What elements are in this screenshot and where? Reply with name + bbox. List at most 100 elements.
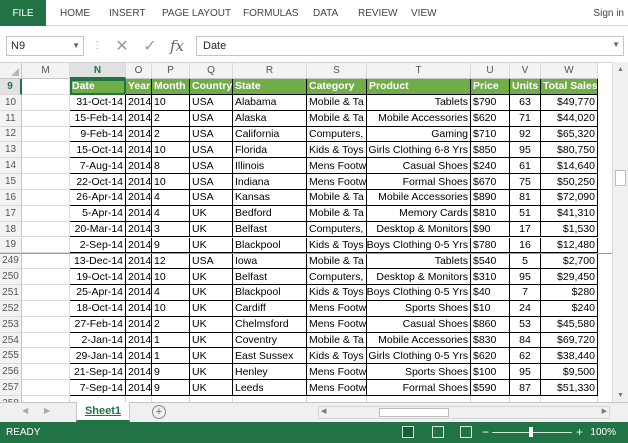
row-header-18[interactable]: 18 [0, 221, 22, 238]
table-cell[interactable]: Blackpool [233, 285, 307, 301]
row-header-12[interactable]: 12 [0, 126, 22, 143]
table-cell[interactable]: 19-Oct-14 [70, 269, 126, 286]
row-header-252[interactable]: 252 [0, 300, 22, 317]
table-cell[interactable]: 2014 [126, 110, 152, 127]
table-cell[interactable]: USA [190, 110, 233, 127]
table-cell[interactable]: $620 [471, 348, 510, 365]
table-cell[interactable]: Mobile & Ta [307, 332, 367, 349]
table-cell[interactable]: 61 [510, 158, 541, 175]
tab-review[interactable]: REVIEW [358, 0, 397, 26]
table-cell[interactable]: 2-Sep-14 [70, 237, 126, 254]
row-header-250[interactable]: 250 [0, 269, 22, 286]
row-header-249[interactable]: 249 [0, 253, 22, 270]
table-cell[interactable]: 2014 [126, 253, 152, 270]
table-cell[interactable]: $14,640 [541, 158, 598, 175]
table-cell[interactable]: $9,500 [541, 364, 598, 381]
table-cell[interactable]: 9-Feb-14 [70, 126, 126, 143]
column-header-v[interactable]: V [510, 63, 541, 79]
cell-empty[interactable] [22, 348, 70, 365]
table-cell[interactable]: UK [190, 348, 233, 365]
table-cell[interactable]: UK [190, 332, 233, 349]
row-header-257[interactable]: 257 [0, 380, 22, 396]
table-cell[interactable]: UK [190, 205, 233, 222]
table-cell[interactable]: Boys Clothing 0-5 Yrs [367, 285, 471, 301]
tab-formulas[interactable]: FORMULAS [243, 0, 299, 26]
table-cell[interactable]: USA [190, 174, 233, 190]
table-cell[interactable]: 62 [510, 348, 541, 365]
table-cell[interactable]: Tablets [367, 253, 471, 270]
table-cell[interactable]: Illinois [233, 158, 307, 175]
tab-view[interactable]: VIEW [411, 0, 437, 26]
tab-insert[interactable]: INSERT [109, 0, 146, 26]
table-cell[interactable]: $780 [471, 237, 510, 254]
table-cell[interactable]: 95 [510, 364, 541, 381]
table-cell[interactable]: 95 [510, 142, 541, 159]
cell-empty[interactable] [22, 126, 70, 143]
row-header-13[interactable]: 13 [0, 142, 22, 159]
table-cell[interactable]: Kansas [233, 189, 307, 206]
table-cell[interactable]: Mens Footw [307, 174, 367, 190]
table-cell[interactable]: $51,330 [541, 380, 598, 396]
table-cell[interactable]: Mens Footw [307, 316, 367, 333]
table-cell[interactable]: Computers, [307, 221, 367, 238]
table-cell[interactable]: 7 [510, 285, 541, 301]
table-cell[interactable]: 2014 [126, 205, 152, 222]
table-cell[interactable]: $240 [471, 158, 510, 175]
table-cell[interactable]: 15-Feb-14 [70, 110, 126, 127]
table-cell[interactable]: Desktop & Monitors [367, 221, 471, 238]
header-cell-product[interactable]: Product [367, 79, 471, 95]
table-cell[interactable]: 9 [152, 364, 190, 381]
table-cell[interactable]: 2014 [126, 332, 152, 349]
table-cell[interactable]: 51 [510, 205, 541, 222]
table-cell[interactable]: 4 [152, 189, 190, 206]
table-cell[interactable]: $80,750 [541, 142, 598, 159]
column-header-t[interactable]: T [367, 63, 471, 79]
table-cell[interactable]: 75 [510, 174, 541, 190]
table-cell[interactable]: Girls Clothing 0-5 Yrs [367, 348, 471, 365]
column-header-w[interactable]: W [541, 63, 598, 79]
table-cell[interactable]: $670 [471, 174, 510, 190]
row-header-256[interactable]: 256 [0, 364, 22, 381]
table-cell[interactable]: Desktop & Monitors [367, 269, 471, 286]
table-cell[interactable]: $620 [471, 110, 510, 127]
table-cell[interactable]: 29-Jan-14 [70, 348, 126, 365]
scroll-left-icon[interactable]: ◀ [321, 407, 326, 415]
expand-formula-bar-icon[interactable]: ▼ [612, 40, 620, 49]
table-cell[interactable]: 31-Oct-14 [70, 94, 126, 111]
table-cell[interactable]: UK [190, 221, 233, 238]
table-cell[interactable]: USA [190, 158, 233, 175]
table-cell[interactable]: $72,090 [541, 189, 598, 206]
table-cell[interactable]: 24 [510, 300, 541, 317]
table-cell[interactable]: Florida [233, 142, 307, 159]
table-cell[interactable]: 16 [510, 237, 541, 254]
table-cell[interactable]: 9 [152, 237, 190, 254]
sign-in-link[interactable]: Sign in [593, 0, 624, 26]
cell-empty[interactable] [22, 158, 70, 175]
page-layout-view-icon[interactable] [432, 426, 444, 438]
table-cell[interactable]: 2014 [126, 221, 152, 238]
table-cell[interactable]: 63 [510, 94, 541, 111]
table-cell[interactable]: 20-Mar-14 [70, 221, 126, 238]
header-cell-category[interactable]: Category [307, 79, 367, 95]
table-cell[interactable]: Mobile Accessories [367, 332, 471, 349]
table-cell[interactable]: Leeds [233, 380, 307, 396]
table-cell[interactable]: Mens Footw [307, 364, 367, 381]
column-header-u[interactable]: U [471, 63, 510, 79]
table-cell[interactable]: $710 [471, 126, 510, 143]
table-cell[interactable]: 92 [510, 126, 541, 143]
table-cell[interactable]: Mobile Accessories [367, 189, 471, 206]
table-cell[interactable]: 2014 [126, 285, 152, 301]
cell-empty[interactable] [22, 79, 70, 95]
tab-home[interactable]: HOME [60, 0, 90, 26]
table-cell[interactable]: 10 [152, 300, 190, 317]
column-header-o[interactable]: O [126, 63, 152, 79]
table-cell[interactable]: 71 [510, 110, 541, 127]
table-cell[interactable]: 2014 [126, 364, 152, 381]
normal-view-icon[interactable] [402, 426, 414, 438]
table-cell[interactable]: $69,720 [541, 332, 598, 349]
table-cell[interactable]: $790 [471, 94, 510, 111]
table-cell[interactable]: 27-Feb-14 [70, 316, 126, 333]
column-header-p[interactable]: P [152, 63, 190, 79]
header-cell-units[interactable]: Units [510, 79, 541, 95]
table-cell[interactable]: 2014 [126, 316, 152, 333]
